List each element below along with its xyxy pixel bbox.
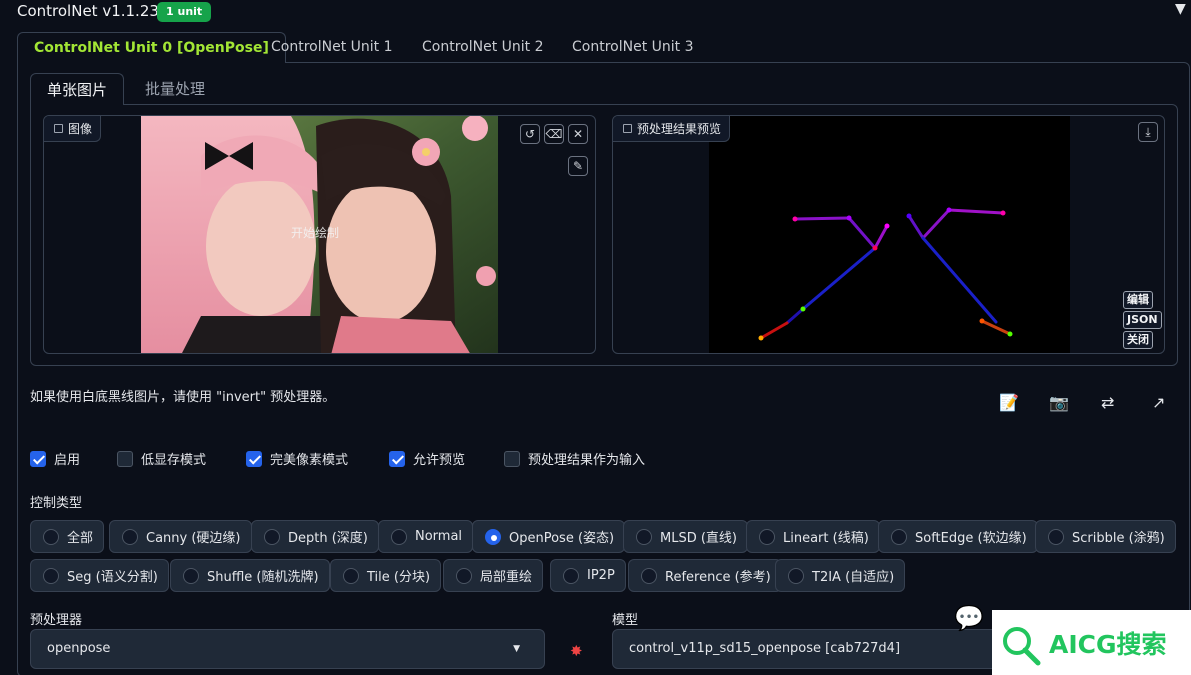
- collapse-triangle-icon[interactable]: ▼: [1175, 1, 1186, 17]
- control-type-normal[interactable]: Normal: [378, 520, 474, 553]
- radio-selected-icon[interactable]: [485, 528, 501, 545]
- preview-as-input-checkbox[interactable]: 预处理结果作为输入: [504, 449, 645, 468]
- json-button[interactable]: JSON: [1123, 311, 1162, 329]
- checkbox-unchecked-icon[interactable]: [117, 450, 133, 467]
- run-preprocessor-explosion-icon[interactable]: ✸: [570, 642, 583, 660]
- eraser-icon[interactable]: ⌫: [544, 124, 564, 144]
- draw-overlay-text: 开始绘制: [291, 225, 339, 240]
- control-type-all[interactable]: 全部: [30, 520, 105, 553]
- radio-icon[interactable]: [891, 528, 907, 545]
- brush-icon[interactable]: ✎: [568, 156, 588, 176]
- radio-icon[interactable]: [641, 567, 657, 584]
- openpose-skeleton-image: [709, 116, 1070, 353]
- download-icon[interactable]: ⤓: [1138, 122, 1158, 142]
- camera-icon[interactable]: 📷: [1049, 393, 1069, 412]
- control-type-lineart[interactable]: Lineart (线稿): [746, 520, 880, 553]
- control-type-label: 控制类型: [30, 496, 83, 511]
- checkbox-checked-icon[interactable]: [246, 450, 262, 467]
- control-type-softedge[interactable]: SoftEdge (软边缘): [878, 520, 1038, 553]
- radio-icon[interactable]: [264, 528, 280, 545]
- control-type-tile[interactable]: Tile (分块): [330, 559, 442, 592]
- input-image: 开始绘制: [141, 116, 498, 353]
- control-type-scribble[interactable]: Scribble (涂鸦): [1035, 520, 1176, 553]
- checkbox-checked-icon[interactable]: [389, 450, 405, 467]
- document-icon[interactable]: 📝: [999, 393, 1019, 412]
- image-icon: [54, 124, 63, 133]
- tab-controlnet-unit-2[interactable]: ControlNet Unit 2: [406, 32, 560, 63]
- radio-icon[interactable]: [43, 567, 59, 584]
- radio-icon[interactable]: [1048, 528, 1064, 545]
- preprocessor-label: 预处理器: [30, 613, 83, 628]
- radio-icon[interactable]: [183, 567, 199, 584]
- aicg-watermark: AICG搜索: [992, 610, 1191, 675]
- image-upload-box[interactable]: 开始绘制 图像 ↺ ⌫ ✕ ✎: [43, 115, 596, 354]
- wechat-icon: 💬: [954, 604, 984, 632]
- close-button[interactable]: 关闭: [1123, 331, 1153, 349]
- swap-icon[interactable]: ⇄: [1101, 393, 1114, 412]
- invert-hint: 如果使用白底黑线图片，请使用 "invert" 预处理器。: [30, 390, 336, 405]
- control-type-seg[interactable]: Seg (语义分割): [30, 559, 169, 592]
- image-icon: [623, 124, 632, 133]
- checkbox-unchecked-icon[interactable]: [504, 450, 520, 467]
- watermark-text: AICG搜索: [1049, 630, 1167, 659]
- tab-batch[interactable]: 批量处理: [129, 73, 221, 105]
- radio-icon[interactable]: [636, 528, 652, 545]
- control-type-reference[interactable]: Reference (参考): [628, 559, 782, 592]
- close-icon[interactable]: ✕: [568, 124, 588, 144]
- checkbox-checked-icon[interactable]: [30, 450, 46, 467]
- panel-title: ControlNet v1.1.238: [17, 2, 169, 20]
- pixel-perfect-checkbox[interactable]: 完美像素模式: [246, 449, 348, 468]
- control-type-canny[interactable]: Canny (硬边缘): [109, 520, 252, 553]
- control-type-mlsd[interactable]: MLSD (直线): [623, 520, 748, 553]
- allow-preview-checkbox[interactable]: 允许预览: [389, 449, 465, 468]
- tab-controlnet-unit-3[interactable]: ControlNet Unit 3: [556, 32, 710, 63]
- preview-box-label: 预处理结果预览: [613, 116, 731, 142]
- radio-icon[interactable]: [343, 567, 359, 584]
- model-select[interactable]: control_v11p_sd15_openpose [cab727d4]: [612, 629, 1002, 669]
- radio-icon[interactable]: [43, 528, 59, 545]
- model-label: 模型: [612, 613, 639, 628]
- control-type-shuffle[interactable]: Shuffle (随机洗牌): [170, 559, 330, 592]
- preprocessor-select[interactable]: openpose ▼: [30, 629, 545, 669]
- tab-single-image[interactable]: 单张图片: [30, 73, 125, 105]
- undo-icon[interactable]: ↺: [520, 124, 540, 144]
- control-type-depth[interactable]: Depth (深度): [251, 520, 379, 553]
- radio-icon[interactable]: [391, 528, 407, 545]
- radio-icon[interactable]: [456, 567, 472, 584]
- edit-button[interactable]: 编辑: [1123, 291, 1153, 309]
- chevron-down-icon: ▼: [513, 644, 520, 654]
- image-box-label: 图像: [44, 116, 102, 142]
- low-vram-checkbox[interactable]: 低显存模式: [117, 449, 206, 468]
- control-type-inpaint[interactable]: 局部重绘: [443, 559, 544, 592]
- enable-checkbox[interactable]: 启用: [30, 449, 80, 468]
- send-arrow-icon[interactable]: ↗: [1152, 393, 1165, 412]
- preprocessor-preview-box: 预处理结果预览 ⤓ 编辑 JSON 关闭: [612, 115, 1165, 354]
- control-type-ip2p[interactable]: IP2P: [550, 559, 626, 592]
- radio-icon[interactable]: [788, 567, 804, 584]
- radio-icon[interactable]: [122, 528, 138, 545]
- radio-icon[interactable]: [563, 567, 579, 584]
- control-type-openpose[interactable]: OpenPose (姿态): [472, 520, 626, 553]
- tab-controlnet-unit-0[interactable]: ControlNet Unit 0 [OpenPose]: [17, 32, 286, 63]
- control-type-t2ia[interactable]: T2IA (自适应): [775, 559, 906, 592]
- tab-controlnet-unit-1[interactable]: ControlNet Unit 1: [255, 32, 409, 63]
- unit-count-badge: 1 unit: [157, 2, 212, 22]
- radio-icon[interactable]: [759, 528, 775, 545]
